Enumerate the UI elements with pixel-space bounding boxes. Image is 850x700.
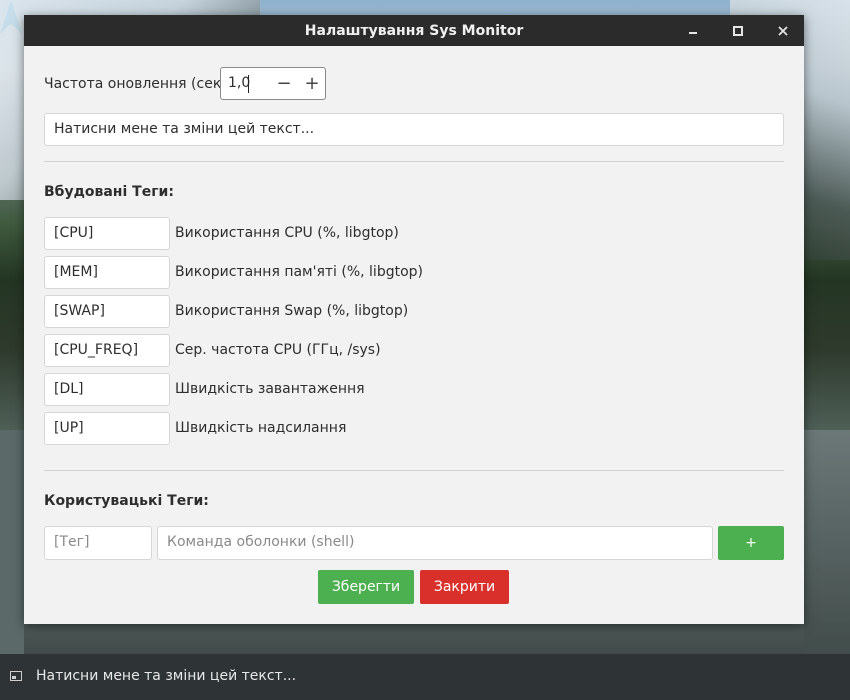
text-cursor: [248, 75, 249, 93]
close-icon: [778, 25, 788, 36]
refresh-rate-value[interactable]: 1,0: [228, 75, 250, 91]
custom-tag-name-input[interactable]: [Тег]: [44, 526, 152, 560]
builtin-tag-cpu-freq[interactable]: [CPU_FREQ]: [44, 334, 170, 367]
custom-command-input[interactable]: Команда оболонки (shell): [157, 526, 713, 560]
builtin-tag-cpu[interactable]: [CPU]: [44, 217, 170, 250]
maximize-icon: [733, 25, 743, 36]
close-window-button[interactable]: [768, 15, 798, 46]
minimize-icon: [689, 31, 697, 34]
close-button[interactable]: Закрити: [420, 570, 509, 604]
increment-button[interactable]: +: [299, 68, 325, 99]
builtin-tag-swap-desc: Використання Swap (%, libgtop): [175, 303, 409, 319]
title-bar[interactable]: Налаштування Sys Monitor: [24, 15, 804, 46]
save-button[interactable]: Зберегти: [318, 570, 414, 604]
separator: [44, 161, 784, 162]
applet-icon[interactable]: [10, 671, 22, 681]
custom-tags-heading: Користувацькі Теги:: [44, 493, 209, 509]
builtin-tag-up[interactable]: [UP]: [44, 412, 170, 445]
refresh-rate-spinbutton[interactable]: 1,0 − +: [220, 67, 326, 100]
desktop-wallpaper-lake: [0, 430, 24, 660]
settings-window: Налаштування Sys Monitor Частота оновлен…: [24, 15, 804, 624]
taskbar-applet-text[interactable]: Натисни мене та зміни цей текст...: [36, 668, 296, 684]
builtin-tag-up-desc: Швидкість надсилання: [175, 420, 347, 436]
taskbar: Натисни мене та зміни цей текст...: [0, 654, 850, 700]
decrement-button[interactable]: −: [271, 68, 297, 99]
builtin-tag-cpu-freq-desc: Сер. частота CPU (ГГц, /sys): [175, 342, 381, 358]
window-title: Налаштування Sys Monitor: [304, 22, 524, 39]
format-text-entry[interactable]: Натисни мене та зміни цей текст...: [44, 113, 784, 146]
builtin-tag-dl-desc: Швидкість завантаження: [175, 381, 365, 397]
desktop-wallpaper-lake-right: [804, 430, 850, 660]
add-custom-tag-button[interactable]: +: [718, 526, 784, 560]
builtin-tag-dl[interactable]: [DL]: [44, 373, 170, 406]
builtin-tag-swap[interactable]: [SWAP]: [44, 295, 170, 328]
builtin-tags-heading: Вбудовані Теги:: [44, 184, 174, 200]
separator: [44, 470, 784, 471]
builtin-tag-mem-desc: Використання пам'яті (%, libgtop): [175, 264, 424, 280]
refresh-rate-label: Частота оновлення (сек.):: [44, 76, 236, 92]
builtin-tag-mem[interactable]: [MEM]: [44, 256, 170, 289]
minimize-button[interactable]: [678, 15, 708, 46]
maximize-button[interactable]: [723, 15, 753, 46]
builtin-tag-cpu-desc: Використання CPU (%, libgtop): [175, 225, 399, 241]
